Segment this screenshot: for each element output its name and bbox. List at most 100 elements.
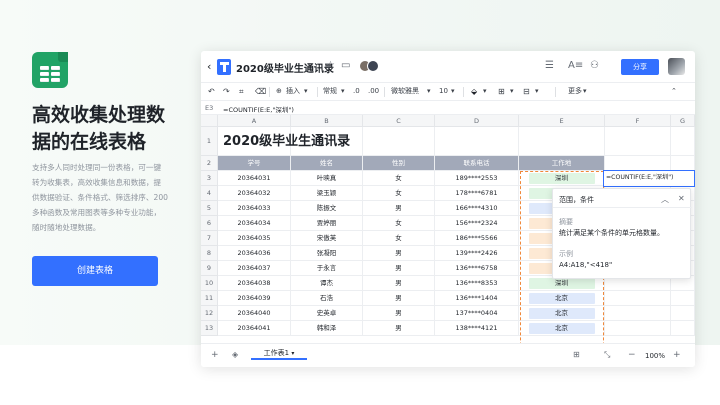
row-header-9[interactable]: 9 (201, 261, 218, 276)
row-header-2[interactable]: 2 (201, 156, 218, 171)
table-cell[interactable]: 20364036 (218, 246, 291, 261)
table-cell[interactable]: 梁玉颖 (291, 186, 363, 201)
fit-screen-icon[interactable]: ⤡ (604, 350, 610, 360)
table-cell[interactable]: 166****4310 (435, 201, 519, 216)
collapse-toolbar-icon[interactable]: ⌃ (671, 86, 677, 97)
column-header-a[interactable]: A (218, 115, 291, 127)
table-cell[interactable]: 宋傲芙 (291, 231, 363, 246)
table-cell[interactable]: 20364034 (218, 216, 291, 231)
more-menu[interactable]: 更多 (568, 86, 582, 97)
row-header-5[interactable]: 5 (201, 201, 218, 216)
collapse-icon[interactable]: ︿ (661, 194, 669, 205)
table-cell[interactable]: 石浩 (291, 291, 363, 306)
format-painter-icon[interactable]: ⌗ (239, 86, 244, 97)
cell[interactable] (605, 291, 671, 306)
table-cell[interactable]: 叶映真 (291, 171, 363, 186)
menu-icon[interactable]: ☰ (545, 60, 554, 71)
text-format-icon[interactable]: A≡ (568, 60, 583, 71)
table-cell[interactable]: 20364033 (218, 201, 291, 216)
zoom-out-icon[interactable]: − (628, 350, 636, 360)
table-cell[interactable]: 男 (363, 201, 435, 216)
close-icon[interactable]: ✕ (678, 194, 685, 203)
table-cell[interactable]: 20364038 (218, 276, 291, 291)
row-header-6[interactable]: 6 (201, 216, 218, 231)
table-cell[interactable]: 于永言 (291, 261, 363, 276)
font-family-select[interactable]: 微软雅黑 (391, 86, 419, 97)
table-cell[interactable]: 男 (363, 321, 435, 336)
city-cell[interactable]: 北京 (519, 321, 605, 336)
cell[interactable] (671, 156, 695, 171)
cell[interactable] (605, 156, 671, 171)
chevron-down-icon[interactable]: ▾ (583, 86, 587, 97)
cell[interactable] (605, 306, 671, 321)
table-cell[interactable]: 20364040 (218, 306, 291, 321)
column-header-c[interactable]: C (363, 115, 435, 127)
column-header-g[interactable]: G (671, 115, 695, 127)
table-cell[interactable]: 男 (363, 261, 435, 276)
create-sheet-button[interactable]: 创建表格 (32, 256, 158, 286)
table-cell[interactable]: 女 (363, 171, 435, 186)
cell[interactable] (671, 306, 695, 321)
chevron-down-icon[interactable]: ▾ (510, 86, 514, 97)
chevron-down-icon[interactable]: ▾ (304, 86, 308, 97)
cell[interactable] (605, 127, 671, 156)
column-header-f[interactable]: F (605, 115, 671, 127)
add-member-icon[interactable]: ⚇ (590, 60, 599, 71)
table-cell[interactable]: 139****2426 (435, 246, 519, 261)
city-cell[interactable]: 深圳 (519, 171, 605, 186)
city-cell[interactable]: 北京 (519, 291, 605, 306)
row-header-7[interactable]: 7 (201, 231, 218, 246)
table-cell[interactable]: 男 (363, 291, 435, 306)
table-cell[interactable]: 女 (363, 231, 435, 246)
user-avatar[interactable] (668, 58, 685, 75)
row-header-3[interactable]: 3 (201, 171, 218, 186)
folder-icon[interactable]: ▭ (341, 60, 350, 71)
row-header-8[interactable]: 8 (201, 246, 218, 261)
table-cell[interactable]: 20364031 (218, 171, 291, 186)
row-header-12[interactable]: 12 (201, 306, 218, 321)
share-button[interactable]: 分享 (621, 59, 659, 75)
table-cell[interactable]: 陈振文 (291, 201, 363, 216)
fill-color-icon[interactable]: ⬙ (471, 86, 477, 97)
table-cell[interactable]: 186****5566 (435, 231, 519, 246)
border-icon[interactable]: ⊞ (498, 86, 505, 97)
cell[interactable] (435, 127, 519, 156)
table-cell[interactable]: 20364032 (218, 186, 291, 201)
cell[interactable] (519, 127, 605, 156)
formula-bar[interactable]: E3 =COUNTIF(E:E,"深圳") (201, 101, 695, 115)
sheet-list-icon[interactable]: ◈ (232, 350, 238, 359)
cell[interactable] (363, 127, 435, 156)
table-cell[interactable]: 史英卓 (291, 306, 363, 321)
row-header-13[interactable]: 13 (201, 321, 218, 336)
table-cell[interactable]: 178****6781 (435, 186, 519, 201)
table-cell[interactable]: 张凝阳 (291, 246, 363, 261)
grid-corner[interactable] (201, 115, 218, 127)
merge-cells-icon[interactable]: ⊟ (523, 86, 530, 97)
chevron-down-icon[interactable]: ▾ (535, 86, 539, 97)
table-cell[interactable]: 138****4121 (435, 321, 519, 336)
chevron-down-icon[interactable]: ▾ (483, 86, 487, 97)
chevron-down-icon[interactable]: ▾ (341, 86, 345, 97)
row-header-4[interactable]: 4 (201, 186, 218, 201)
cell[interactable] (671, 321, 695, 336)
cell[interactable] (671, 127, 695, 156)
clear-format-icon[interactable]: ⌫ (255, 86, 266, 97)
table-cell[interactable]: 女 (363, 216, 435, 231)
table-cell[interactable]: 贾婷丽 (291, 216, 363, 231)
zoom-in-icon[interactable]: + (673, 350, 681, 360)
table-cell[interactable]: 韩和泽 (291, 321, 363, 336)
table-cell[interactable]: 20364039 (218, 291, 291, 306)
insert-icon[interactable]: ⊕ (276, 86, 282, 97)
column-header-e[interactable]: E (519, 115, 605, 127)
table-cell[interactable]: 136****8353 (435, 276, 519, 291)
table-cell[interactable]: 189****2553 (435, 171, 519, 186)
table-cell[interactable]: 男 (363, 276, 435, 291)
table-cell[interactable]: 136****1404 (435, 291, 519, 306)
table-cell[interactable]: 136****6758 (435, 261, 519, 276)
grid-view-icon[interactable]: ⊞ (573, 350, 580, 359)
increase-decimal-button[interactable]: .00 (368, 86, 379, 97)
star-icon[interactable]: ☆ (326, 60, 335, 71)
formula-input[interactable]: =COUNTIF(E:E,"深圳") (223, 104, 294, 114)
cell[interactable] (605, 321, 671, 336)
undo-icon[interactable]: ↶ (208, 86, 215, 97)
